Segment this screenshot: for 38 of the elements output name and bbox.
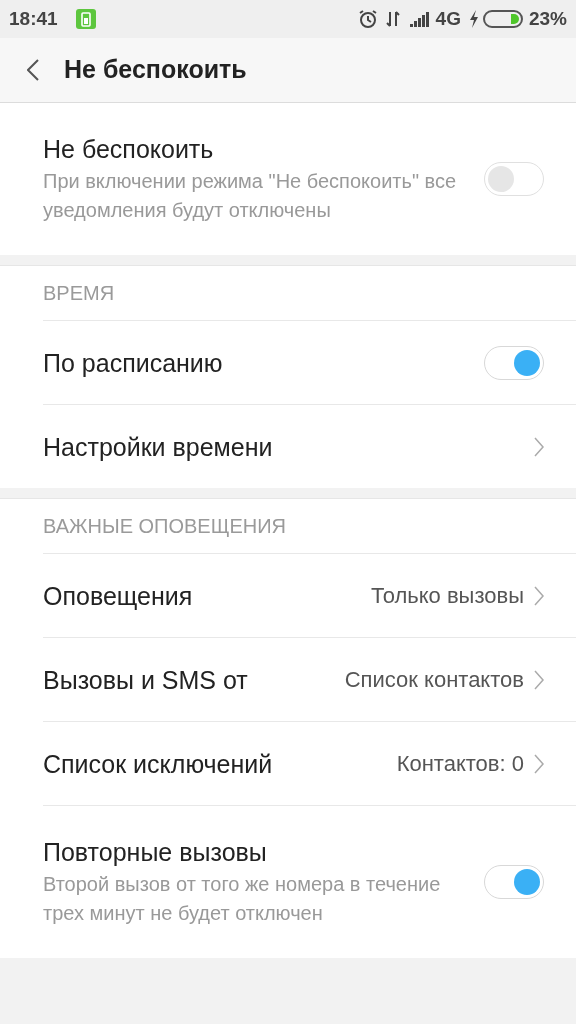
battery-saver-icon <box>75 9 96 29</box>
chevron-icon <box>534 436 544 457</box>
toggle-switch[interactable] <box>484 865 544 899</box>
signal-icon <box>409 11 430 27</box>
settings-row[interactable]: По расписанию <box>43 320 576 404</box>
section-header: ВАЖНЫЕ ОПОВЕЩЕНИЯ <box>43 514 287 539</box>
settings-row[interactable]: Оповещения Только вызовы <box>43 553 576 637</box>
row-description: При включении режима "Не беспокоить" все уведомления будут отключены <box>43 169 458 223</box>
network-type: 4G <box>435 6 461 31</box>
charging-icon <box>468 10 479 28</box>
row-value: Контактов: 0 <box>396 750 524 778</box>
back-icon <box>27 59 39 81</box>
battery-percent: 23% <box>528 6 567 31</box>
alarm-icon <box>357 9 378 29</box>
page-title: Не беспокоить <box>64 54 247 86</box>
battery-icon <box>482 10 523 28</box>
section-header: ВРЕМЯ <box>43 281 115 306</box>
toggle-switch[interactable] <box>484 345 544 380</box>
chevron-icon <box>534 585 544 606</box>
toggle-switch[interactable] <box>484 162 544 196</box>
settings-row[interactable]: Вызовы и SMS от Список контактов <box>43 637 576 721</box>
row-value: Только вызовы <box>370 582 524 610</box>
row-title: Повторные вызовы <box>43 837 268 868</box>
chevron-icon <box>534 669 544 690</box>
settings-row[interactable]: Список исключений Контактов: 0 <box>43 721 576 805</box>
row-title: Список исключений <box>43 748 274 780</box>
row-description: Второй вызов от того же номера в течение трех минут не будет отключен <box>43 872 442 926</box>
row-title: Не беспокоить <box>43 134 215 165</box>
row-title: Оповещения <box>43 580 194 612</box>
settings-row[interactable]: Настройки времени <box>43 404 576 488</box>
row-title: По расписанию <box>43 347 224 379</box>
status-time: 18:41 <box>9 6 58 31</box>
chevron-icon <box>534 753 544 774</box>
settings-row[interactable]: Повторные вызовы Второй вызов от того же номера в течение трех минут не будет отключен <box>43 805 576 958</box>
row-title: Настройки времени <box>43 431 274 463</box>
row-value: Список контактов <box>344 666 524 694</box>
row-title: Вызовы и SMS от <box>43 664 249 696</box>
data-transfer-icon <box>385 10 400 28</box>
